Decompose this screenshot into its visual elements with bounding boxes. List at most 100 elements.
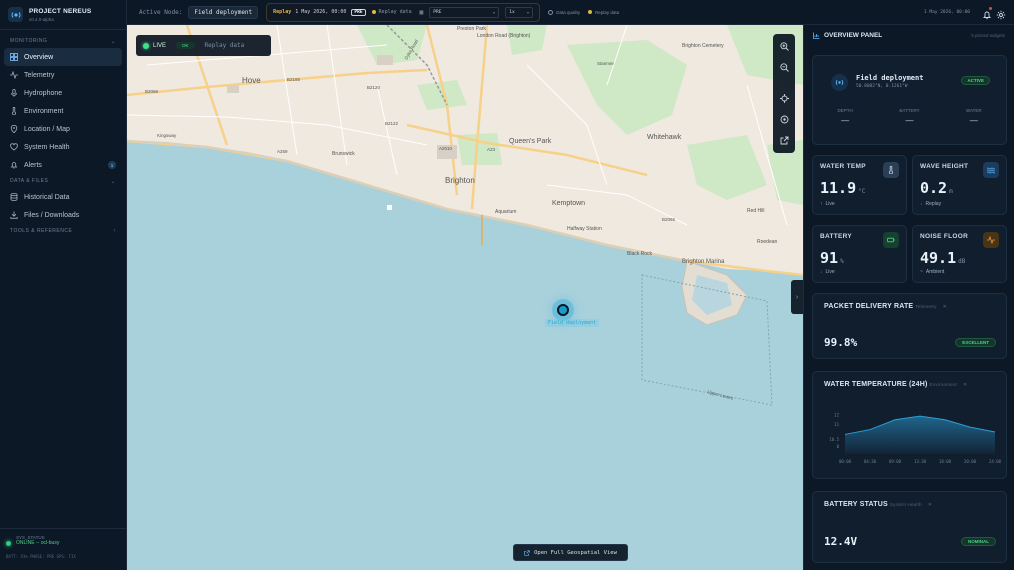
x-tick-label: 13:30 (914, 459, 927, 464)
map-label: A23 (487, 147, 496, 152)
widget-title: WATER TEMPERATURE (24H) Environment ✕ (824, 381, 967, 388)
x-tick-label: 24:00 (989, 459, 1002, 464)
metric-value: 91% (820, 249, 844, 267)
stat-value: — (969, 116, 978, 125)
widget-title-text: PACKET DELIVERY RATE (824, 303, 914, 310)
zoom-out-icon (779, 63, 789, 72)
active-node-selector[interactable]: Field deployment (188, 5, 259, 19)
recenter-button[interactable] (773, 109, 795, 130)
sidebar-item-environment[interactable]: Environment (4, 102, 122, 120)
phase-select-value: PRE (433, 9, 442, 15)
map-label: B2066 (662, 217, 676, 222)
settings-button[interactable] (996, 7, 1006, 20)
zoom-in-button[interactable] (773, 36, 795, 57)
widget-title-text: BATTERY STATUS (824, 501, 888, 508)
sidebar-item-label: Location / Map (24, 125, 70, 133)
close-icon[interactable]: ✕ (943, 304, 947, 310)
metric-sub: ↓ Live (820, 269, 835, 275)
brand[interactable]: PROJECT NEREUS v0.4.0-alpha (0, 0, 126, 30)
metric-water-temp[interactable]: WATER TEMP 11.9 °C ↑ Live (812, 155, 907, 215)
open-external-button[interactable] (773, 130, 795, 151)
ring-icon (548, 9, 554, 15)
metric-unit: m (949, 188, 953, 195)
map-pin-icon (10, 125, 18, 133)
sidebar-item-system-health[interactable]: System Health (4, 138, 122, 156)
chevron-right-icon: › (113, 228, 116, 234)
metric-value: 0.2 m (920, 179, 953, 197)
sidebar-item-telemetry[interactable]: Telemetry (4, 66, 122, 84)
trend-up-icon: ↑ (820, 201, 823, 207)
nav-section-label: TOOLS & REFERENCE (10, 228, 73, 234)
sidebar-item-location-map[interactable]: Location / Map (4, 120, 122, 138)
metric-unit: °C (858, 188, 866, 195)
water-temp-widget[interactable]: WATER TEMPERATURE (24H) Environment ✕ 12 11… (812, 371, 1007, 479)
replay-data-legend-2: Replay data (588, 10, 619, 15)
signal-icon (831, 74, 848, 91)
nav-section-data-files[interactable]: DATA & FILES ⌄ (0, 174, 126, 188)
packet-delivery-widget[interactable]: PACKET DELIVERY RATE Telemetry ✕ 99.8% EXC… (812, 293, 1007, 359)
live-status-bar: LIVE OK Replay data (136, 35, 271, 56)
battery-status-widget[interactable]: BATTERY STATUS System Health ✕ 12.4V NOMIN… (812, 491, 1007, 563)
stat-label: BATTERY (899, 108, 920, 113)
grid-icon (10, 53, 18, 61)
metric-unit: % (840, 258, 844, 265)
sidebar-item-hydrophone[interactable]: Hydrophone (4, 84, 122, 102)
sidebar-item-overview[interactable]: Overview (4, 48, 122, 66)
map-tiles[interactable]: London Road (Brighton) Hove Brighton Que… (127, 25, 803, 570)
sidebar-item-files-downloads[interactable]: Files / Downloads (4, 206, 122, 224)
metric-value: 11.9 °C (820, 179, 865, 197)
map-tools (773, 34, 795, 153)
notifications-button[interactable] (982, 7, 992, 20)
deployment-marker[interactable] (557, 304, 569, 316)
calendar-icon[interactable]: ▦ (420, 9, 424, 16)
live-label[interactable]: LIVE (153, 43, 166, 49)
sidebar-item-label: Overview (24, 53, 54, 61)
map-label: Brighton (445, 176, 475, 185)
battery-voltage: 12.4V (824, 535, 858, 548)
chevron-down-icon: ⌄ (526, 9, 530, 15)
stat-value: — (841, 116, 850, 125)
metric-sub: ↑ Live (820, 201, 835, 207)
map-label: Brunswick (332, 151, 355, 157)
phase-select[interactable]: PRE ⌄ (429, 6, 500, 18)
widget-title: BATTERY STATUS System Health ✕ (824, 501, 932, 508)
alerts-count-badge: 1 (108, 161, 116, 169)
collapse-panel-button[interactable]: › (791, 280, 803, 314)
metric-wave-height[interactable]: WAVE HEIGHT 0.2 m ↓ Replay (912, 155, 1007, 215)
amber-dot-icon (371, 10, 376, 14)
metric-value: 49.1 dB (920, 249, 965, 267)
locate-button[interactable] (773, 88, 795, 109)
speed-select[interactable]: 1x ⌄ (505, 6, 534, 18)
sidebar-item-alerts[interactable]: Alerts 1 (4, 156, 122, 174)
phase-chip: PRE (351, 8, 366, 16)
x-tick-label: 00:00 (839, 459, 852, 464)
speed-select-value: 1x (509, 9, 515, 15)
metric-title: WATER TEMP (820, 163, 866, 170)
close-icon[interactable]: ✕ (928, 502, 932, 508)
map-view[interactable]: London Road (Brighton) Hove Brighton Que… (127, 25, 803, 570)
water-temp-chart: 12 11 10.5 0 00:00 04:30 09:00 13:30 18:00 20:00 2… (829, 412, 1002, 464)
nav-section-monitoring[interactable]: MONITORING ⌄ (0, 34, 126, 48)
nav-section-tools-reference[interactable]: TOOLS & REFERENCE › (0, 224, 126, 238)
sidebar-item-historical-data[interactable]: Historical Data (4, 188, 122, 206)
map-label: Brighton Cemetery (682, 43, 724, 49)
metric-noise-floor[interactable]: NOISE FLOOR 49.1 dB ~ Ambient (912, 225, 1007, 283)
metric-sub: ~ Ambient (920, 269, 944, 275)
replay-data-toggle[interactable]: Replay data (205, 42, 245, 49)
open-geospatial-view-button[interactable]: Open Full Geospatial View (513, 544, 628, 561)
device-card[interactable]: Field deployment 50.8082°N, 0.1261°W ACT… (812, 55, 1007, 145)
y-tick-label: 10.5 (829, 437, 839, 442)
battery-icon (883, 232, 899, 248)
metric-battery[interactable]: BATTERY 91% ↓ Live (812, 225, 907, 283)
x-tick-label: 20:00 (964, 459, 977, 464)
map-label: B2122 (385, 121, 399, 126)
widget-title: PACKET DELIVERY RATE Telemetry ✕ (824, 303, 947, 310)
microphone-icon (11, 89, 17, 97)
zoom-out-button[interactable] (773, 57, 795, 78)
map-label: B2185 (287, 77, 301, 82)
close-icon[interactable]: ✕ (963, 382, 967, 388)
nereus-logo-icon (8, 7, 23, 22)
trend-down-icon: ↓ (820, 269, 823, 275)
database-icon (10, 193, 18, 201)
replay-title: Replay (273, 9, 292, 15)
